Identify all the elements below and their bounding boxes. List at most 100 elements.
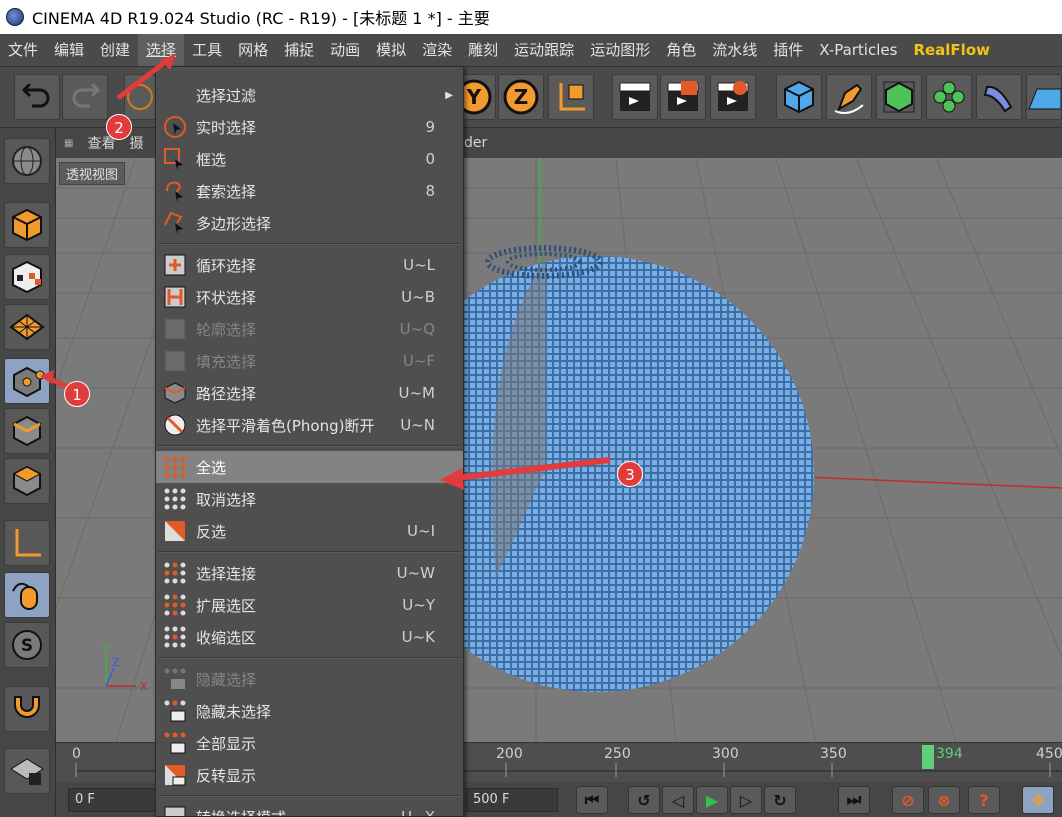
tick-label: 300 bbox=[712, 746, 739, 762]
menu-select[interactable]: 选择 bbox=[138, 34, 185, 66]
autokey-icon: ⊗ bbox=[937, 790, 951, 810]
axis-mode-button[interactable] bbox=[4, 520, 50, 566]
annotation-badge-1: 1 bbox=[64, 381, 90, 407]
menu-motion-tracking[interactable]: 运动跟踪 bbox=[506, 34, 582, 66]
go-to-start-button[interactable]: ⏮ bbox=[576, 786, 608, 814]
z-axis-button[interactable]: Z bbox=[498, 74, 544, 120]
menu-x-particles[interactable]: X-Particles bbox=[811, 34, 905, 66]
tick-label: 0 bbox=[72, 746, 81, 762]
solo-button[interactable]: S bbox=[4, 622, 50, 668]
edges-mode-button[interactable] bbox=[4, 408, 50, 454]
subdivision-button[interactable] bbox=[876, 74, 922, 120]
menu-pipeline[interactable]: 流水线 bbox=[704, 34, 765, 66]
menu-file[interactable]: 文件 bbox=[0, 34, 46, 66]
menu-sculpt[interactable]: 雕刻 bbox=[460, 34, 506, 66]
menu-item-label: 反转显示 bbox=[196, 766, 257, 785]
workplane-grid-button[interactable] bbox=[4, 304, 50, 350]
menu-render[interactable]: 渲染 bbox=[414, 34, 460, 66]
menu-realflow[interactable]: RealFlow bbox=[905, 34, 998, 66]
render-view-button[interactable] bbox=[612, 74, 658, 120]
menu-item-deselect-all[interactable]: 取消选择 bbox=[156, 483, 463, 515]
workplane-button[interactable] bbox=[4, 138, 50, 184]
menu-item-invert-visibility[interactable]: 反转显示 bbox=[156, 759, 463, 791]
menu-simulate[interactable]: 模拟 bbox=[368, 34, 414, 66]
next-frame-button[interactable]: ▷ bbox=[730, 786, 762, 814]
menu-item-loop-select[interactable]: 循环选择 U~L bbox=[156, 249, 463, 281]
start-frame-field[interactable]: 0 F bbox=[68, 788, 158, 812]
menu-item-shrink-selection[interactable]: 收缩选区 U~K bbox=[156, 621, 463, 653]
next-key-button[interactable]: ↻ bbox=[764, 786, 796, 814]
viewport-menu-render[interactable]: der bbox=[464, 135, 487, 151]
texture-mode-button[interactable] bbox=[4, 254, 50, 300]
menu-item-hide-unselected[interactable]: 隐藏未选择 bbox=[156, 695, 463, 727]
cloner-button[interactable] bbox=[926, 74, 972, 120]
drag-handle-icon[interactable]: ▦ bbox=[64, 138, 73, 149]
pen-button[interactable] bbox=[826, 74, 872, 120]
tweak-mode-button[interactable] bbox=[4, 572, 50, 618]
autokey-button[interactable]: ⊗ bbox=[928, 786, 960, 814]
record-key-button[interactable]: ⊘ bbox=[892, 786, 924, 814]
menu-item-selection-filter[interactable]: 选择过滤 ▶ bbox=[156, 79, 463, 111]
deselect-icon bbox=[162, 486, 188, 512]
go-to-end-button[interactable]: ⏭ bbox=[838, 786, 870, 814]
convert-selection-icon bbox=[162, 804, 188, 816]
play-button[interactable]: ▶ bbox=[696, 786, 728, 814]
polygons-mode-button[interactable] bbox=[4, 458, 50, 504]
snap-button[interactable] bbox=[4, 686, 50, 732]
menu-mograph[interactable]: 运动图形 bbox=[582, 34, 658, 66]
solo-s-icon: S bbox=[12, 630, 42, 660]
points-mode-button[interactable] bbox=[4, 358, 50, 404]
coordinate-system-button[interactable] bbox=[548, 74, 594, 120]
playhead[interactable] bbox=[922, 745, 934, 769]
render-picture-viewer-button[interactable] bbox=[660, 74, 706, 120]
edges-cube-icon bbox=[13, 415, 41, 447]
menu-tools[interactable]: 工具 bbox=[184, 34, 230, 66]
menu-item-ring-select[interactable]: 环状选择 U~B bbox=[156, 281, 463, 313]
undo-button[interactable] bbox=[14, 74, 60, 120]
menu-plugins[interactable]: 插件 bbox=[765, 34, 811, 66]
axis-gizmo: Y Z X bbox=[102, 642, 148, 693]
menu-edit[interactable]: 编辑 bbox=[46, 34, 92, 66]
previous-key-button[interactable]: ↺ bbox=[628, 786, 660, 814]
render-settings-button[interactable] bbox=[710, 74, 756, 120]
menu-item-select-all[interactable]: 全选 bbox=[156, 451, 463, 483]
menu-item-unhide-all[interactable]: 全部显示 bbox=[156, 727, 463, 759]
end-frame-field[interactable]: 500 F bbox=[466, 788, 558, 812]
menu-item-live-select[interactable]: 实时选择 9 bbox=[156, 111, 463, 143]
live-select-tool-button[interactable] bbox=[124, 74, 156, 120]
menu-item-lasso-select[interactable]: 套索选择 8 bbox=[156, 175, 463, 207]
viewport-menu-camera[interactable]: 摄 bbox=[129, 133, 143, 153]
previous-frame-button[interactable]: ◁ bbox=[662, 786, 694, 814]
menu-character[interactable]: 角色 bbox=[658, 34, 704, 66]
menu-snap[interactable]: 捕捉 bbox=[276, 34, 322, 66]
mouse-icon bbox=[12, 582, 38, 610]
menu-item-label: 选择过滤 bbox=[196, 86, 257, 105]
axis-icon bbox=[15, 529, 41, 557]
menu-item-label: 收缩选区 bbox=[196, 628, 257, 647]
menu-mesh[interactable]: 网格 bbox=[230, 34, 276, 66]
cube-button[interactable] bbox=[776, 74, 822, 120]
menu-item-convert-selection[interactable]: 转换选择模式 U~X bbox=[156, 801, 463, 816]
menu-item-grow-selection[interactable]: 扩展选区 U~Y bbox=[156, 589, 463, 621]
menu-item-path-select[interactable]: 路径选择 U~M bbox=[156, 377, 463, 409]
current-frame-label: 394 bbox=[936, 746, 963, 762]
menu-item-polygon-select[interactable]: 多边形选择 bbox=[156, 207, 463, 239]
menu-animate[interactable]: 动画 bbox=[322, 34, 368, 66]
locked-workplane-button[interactable] bbox=[4, 748, 50, 794]
deformer-button[interactable] bbox=[976, 74, 1022, 120]
menu-item-select-connected[interactable]: 选择连接 U~W bbox=[156, 557, 463, 589]
menu-item-invert-selection[interactable]: 反选 U~I bbox=[156, 515, 463, 547]
question-icon: ? bbox=[979, 790, 989, 810]
menu-item-shortcut: U~I bbox=[407, 522, 435, 540]
z-axis-icon: Z bbox=[503, 79, 539, 115]
menu-item-box-select[interactable]: 框选 0 bbox=[156, 143, 463, 175]
submenu-arrow-icon: ▶ bbox=[445, 89, 453, 101]
keyframe-selection-button[interactable]: ? bbox=[968, 786, 1000, 814]
redo-button[interactable] bbox=[62, 74, 108, 120]
position-key-button[interactable]: ✥ bbox=[1022, 786, 1054, 814]
menu-item-phong-break-select[interactable]: 选择平滑着色(Phong)断开 U~N bbox=[156, 409, 463, 441]
floor-button[interactable] bbox=[1026, 74, 1062, 120]
menu-create[interactable]: 创建 bbox=[92, 34, 138, 66]
model-mode-button[interactable] bbox=[4, 202, 50, 248]
record-key-icon: ⊘ bbox=[901, 790, 915, 810]
